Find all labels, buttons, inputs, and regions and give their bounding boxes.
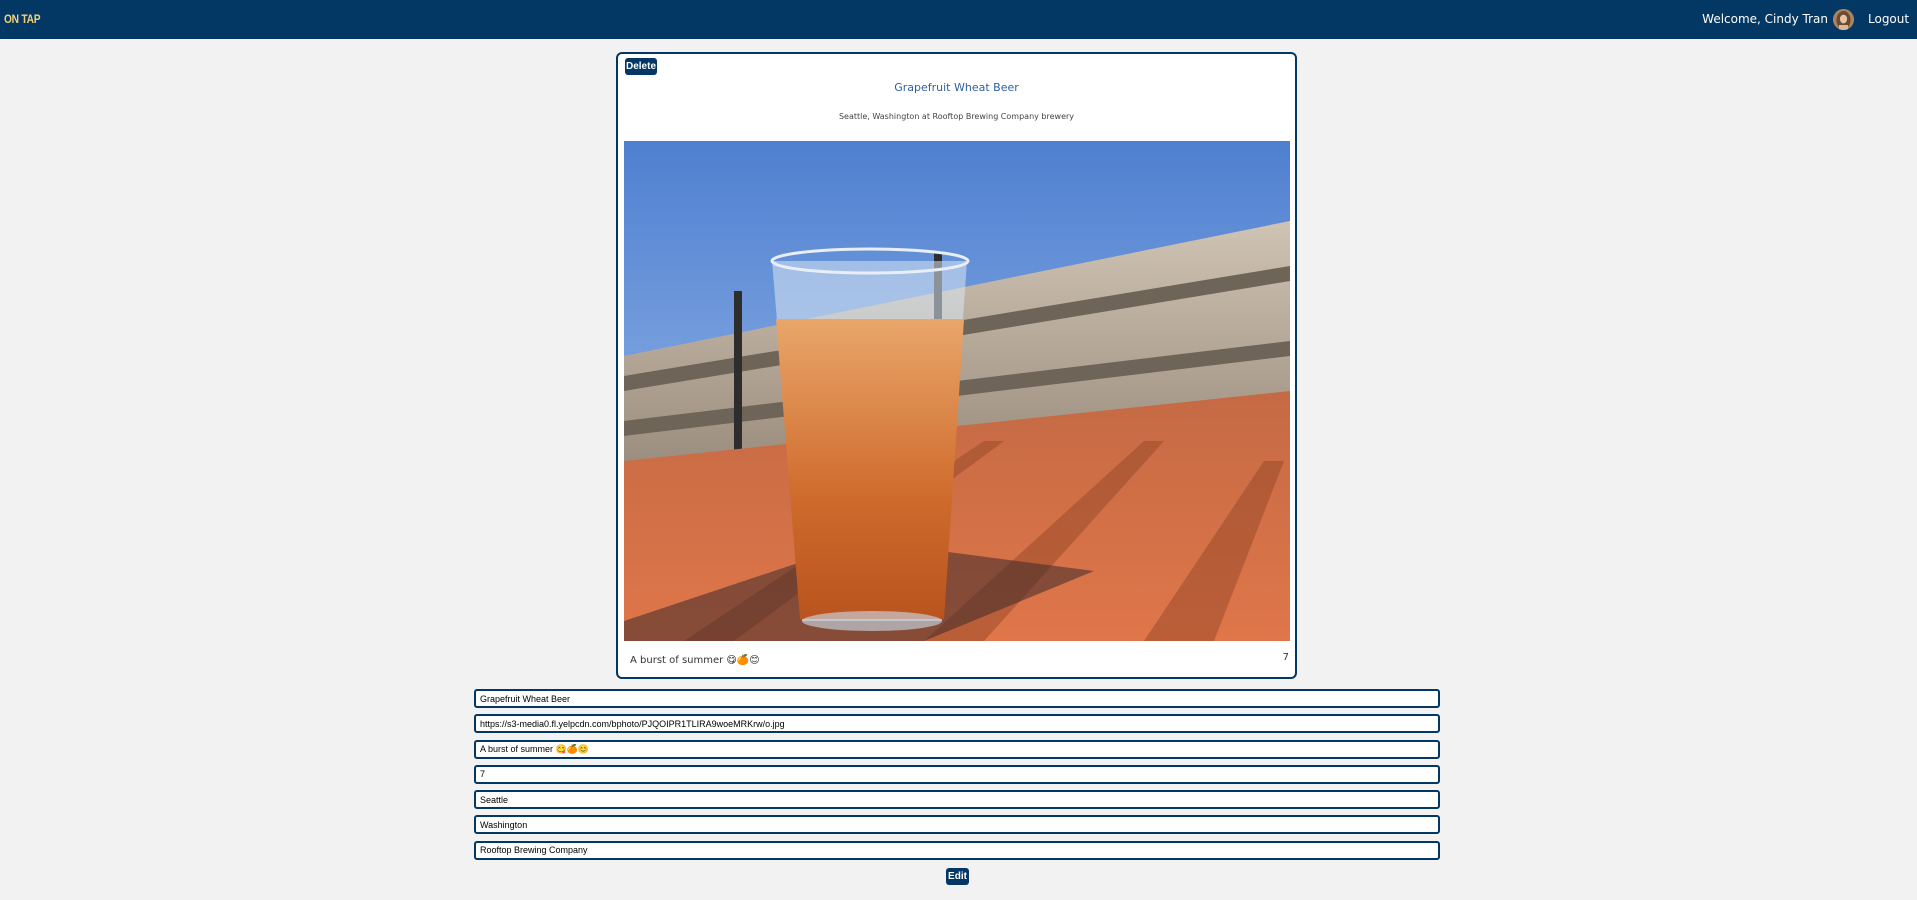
navbar: ON TAP Welcome, Cindy Tran Logout: [0, 0, 1917, 39]
beer-post-card: Delete Grapefruit Wheat Beer Seattle, Wa…: [616, 52, 1297, 679]
post-rating: 7: [1282, 652, 1289, 663]
post-caption: A burst of summer 😋🍊😊: [630, 655, 760, 666]
logo[interactable]: ON TAP: [4, 12, 41, 26]
edit-button[interactable]: Edit: [946, 868, 969, 885]
avatar[interactable]: [1833, 9, 1854, 30]
delete-button[interactable]: Delete: [625, 58, 657, 75]
city-input[interactable]: [474, 790, 1440, 810]
caption-input[interactable]: [474, 739, 1440, 759]
name-input[interactable]: [474, 689, 1440, 708]
brewery-input[interactable]: [474, 840, 1440, 860]
beer-photo: [624, 141, 1290, 641]
rating-input[interactable]: [474, 764, 1440, 784]
state-input[interactable]: [474, 815, 1440, 835]
beer-location: Seattle, Washington at Rooftop Brewing C…: [838, 112, 1075, 121]
logout-link[interactable]: Logout: [1868, 12, 1909, 26]
image-url-input[interactable]: [474, 714, 1440, 734]
welcome-text: Welcome, Cindy Tran: [1702, 12, 1828, 26]
edit-form: [474, 689, 1440, 866]
beer-title: Grapefruit Wheat Beer: [894, 81, 1019, 94]
